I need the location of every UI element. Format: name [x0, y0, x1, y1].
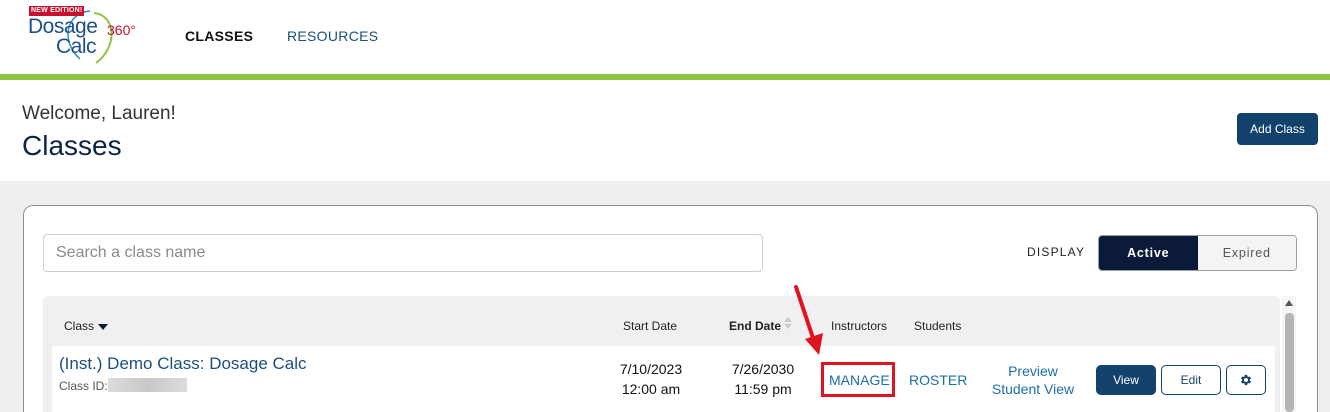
sort-down-icon	[98, 323, 109, 330]
header-divider	[0, 74, 1330, 80]
search-input[interactable]	[43, 234, 763, 272]
column-header-start-date[interactable]: Start Date	[623, 319, 677, 333]
column-header-class-label: Class	[64, 319, 95, 333]
nav-classes[interactable]: CLASSES	[185, 28, 253, 44]
gear-icon	[1240, 374, 1252, 386]
manage-link[interactable]: MANAGE	[829, 372, 890, 388]
view-button[interactable]: View	[1096, 365, 1156, 395]
dosage-calc-logo[interactable]: NEW EDITION! Dosage Calc 360°	[26, 5, 146, 67]
page-title: Classes	[22, 130, 122, 161]
settings-button[interactable]	[1226, 365, 1266, 395]
logo-word-calc: Calc	[56, 35, 97, 58]
add-class-button[interactable]: Add Class	[1237, 113, 1318, 145]
welcome-message: Welcome, Lauren!	[22, 103, 176, 124]
start-time: 12:00 am	[621, 381, 681, 397]
preview-student-view-link[interactable]: Preview Student View	[988, 362, 1078, 398]
red-arrow-icon	[794, 285, 823, 355]
nav-resources[interactable]: RESOURCES	[287, 28, 378, 44]
toggle-active[interactable]: Active	[1099, 236, 1198, 270]
scrollbar-thumb[interactable]	[1285, 313, 1294, 412]
class-name-link[interactable]: (Inst.) Demo Class: Dosage Calc	[59, 354, 307, 374]
end-date-cell: 7/26/2030 11:59 pm	[724, 359, 802, 399]
toggle-expired[interactable]: Expired	[1197, 236, 1296, 270]
edit-button[interactable]: Edit	[1161, 365, 1221, 395]
column-header-class[interactable]: Class	[64, 319, 109, 333]
preview-line-2: Student View	[991, 381, 1075, 397]
display-toggle: Active Expired	[1098, 235, 1297, 271]
column-header-instructors: Instructors	[831, 319, 888, 333]
top-bar: NEW EDITION! Dosage Calc 360° CLASSES RE…	[0, 0, 1330, 74]
column-header-end-date[interactable]: End Date	[729, 319, 781, 333]
preview-line-1: Preview	[1008, 363, 1058, 379]
class-id-label: Class ID:	[59, 379, 108, 393]
roster-link[interactable]: ROSTER	[909, 372, 967, 388]
display-label: DISPLAY	[1027, 245, 1086, 259]
start-date: 7/10/2023	[619, 361, 683, 377]
logo-360: 360°	[107, 22, 136, 38]
scroll-up-arrow-icon[interactable]	[1285, 300, 1293, 306]
end-time: 11:59 pm	[734, 381, 792, 397]
redacted-class-id	[108, 378, 187, 392]
column-header-students: Students	[914, 319, 962, 333]
start-date-cell: 7/10/2023 12:00 am	[612, 359, 690, 399]
